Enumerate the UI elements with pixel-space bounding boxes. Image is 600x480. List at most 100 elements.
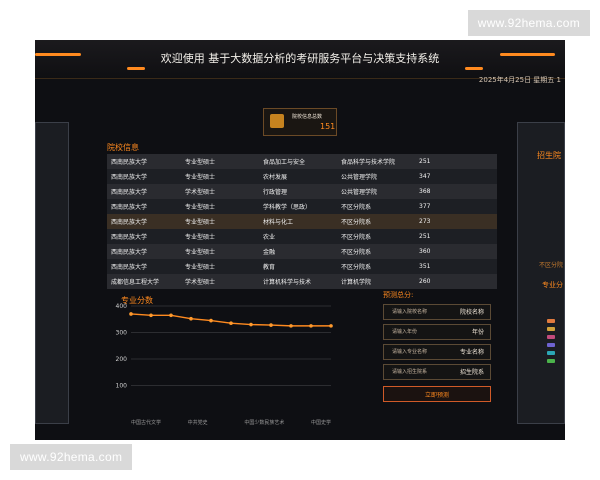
table-cell: 农业 xyxy=(263,234,276,241)
chart-y-tick: 100 xyxy=(116,383,128,390)
header-orange-bar-left xyxy=(35,53,81,56)
table-cell: 学术型硕士 xyxy=(185,189,216,196)
table-cell: 专业型硕士 xyxy=(185,159,216,166)
table-row[interactable]: 成都信息工程大学 学术型硕士 计算机科学与技术 计算机学院 260 xyxy=(107,274,497,289)
year-field[interactable]: 请输入年份 年份 xyxy=(383,324,491,340)
table-row[interactable]: 西南民族大学 专业型硕士 学科教学（思政） 不区分院系 377 xyxy=(107,199,497,214)
chart-x-tick: 中国史学 xyxy=(311,419,331,426)
chart-point xyxy=(329,324,333,328)
table-cell: 347 xyxy=(419,173,431,180)
watermark-bottom: www.92hema.com xyxy=(10,444,133,470)
right-panel-legend xyxy=(547,315,563,367)
table-row[interactable]: 西南民族大学 学术型硕士 行政管理 公共管理学院 368 xyxy=(107,184,497,199)
header-orange-bar-right-small xyxy=(465,67,483,70)
header-orange-bar-left-small xyxy=(127,67,145,70)
table-cell: 食品科学与技术学院 xyxy=(341,159,396,166)
department-label: 招生院系 xyxy=(459,369,484,376)
chart-y-tick: 200 xyxy=(116,356,128,363)
database-icon xyxy=(270,114,284,128)
table-cell: 材料与化工 xyxy=(263,219,294,226)
page-title: 欢迎使用 基于大数据分析的考研服务平台与决策支持系统 xyxy=(160,52,440,65)
major-scores-chart-svg: 100 200 300 400 中国古代文学 中共党史 中国少数民族艺术 中国史学 xyxy=(116,303,333,426)
year-label: 年份 xyxy=(471,329,484,336)
legend-swatch xyxy=(547,351,555,355)
chart-point xyxy=(149,313,153,318)
table-cell: 专业型硕士 xyxy=(185,174,216,181)
table-cell: 351 xyxy=(419,263,431,270)
chart-point xyxy=(129,312,133,316)
chart-point xyxy=(289,324,293,328)
chart-point xyxy=(169,313,173,318)
table-cell: 农村发展 xyxy=(263,174,288,181)
table-cell: 不区分院系 xyxy=(341,264,372,271)
table-cell: 专业型硕士 xyxy=(185,249,216,256)
major-name-label: 专业名称 xyxy=(459,349,484,356)
right-panel-title: 招生院 xyxy=(537,151,561,160)
datetime: 2025年4月25日 星期五 1 xyxy=(478,76,561,84)
table-cell: 273 xyxy=(419,218,431,225)
table-cell: 不区分院系 xyxy=(341,219,372,226)
table-cell: 专业型硕士 xyxy=(185,204,216,211)
chart-x-tick: 中国古代文学 xyxy=(131,419,161,426)
chart-x-tick: 中共党史 xyxy=(188,419,208,426)
table-cell: 西南民族大学 xyxy=(111,189,148,196)
table-cell: 教育 xyxy=(263,264,276,271)
table-cell: 368 xyxy=(419,188,431,195)
year-placeholder: 请输入年份 xyxy=(392,329,418,335)
department-field[interactable]: 请输入招生院系 招生院系 xyxy=(383,364,491,380)
chart-point xyxy=(189,316,193,321)
chart-y-tick: 400 xyxy=(116,303,128,310)
legend-swatch xyxy=(547,335,555,339)
table-cell: 公共管理学院 xyxy=(341,189,378,196)
school-name-label: 院校名称 xyxy=(459,309,484,316)
table-row[interactable]: 西南民族大学 专业型硕士 教育 不区分院系 351 xyxy=(107,259,497,274)
right-side-panel xyxy=(517,122,565,424)
department-placeholder: 请输入招生院系 xyxy=(392,369,428,375)
watermark-top: www.92hema.com xyxy=(467,10,590,36)
school-total-value: 151 xyxy=(320,122,336,131)
chart-point xyxy=(209,318,213,323)
table-row[interactable]: 西南民族大学 专业型硕士 材料与化工 不区分院系 273 xyxy=(107,214,497,229)
table-cell: 学科教学（思政） xyxy=(263,204,312,211)
table-cell: 金融 xyxy=(263,249,276,256)
table-cell: 成都信息工程大学 xyxy=(111,279,160,286)
table-cell: 专业型硕士 xyxy=(185,264,216,271)
table-cell: 不区分院系 xyxy=(341,234,372,241)
table-cell: 学术型硕士 xyxy=(185,279,216,286)
table-cell: 251 xyxy=(419,158,431,165)
table-cell: 西南民族大学 xyxy=(111,174,148,181)
school-name-field[interactable]: 请输入院校名称 院校名称 xyxy=(383,304,491,320)
legend-swatch xyxy=(547,343,555,347)
table-cell: 不区分院系 xyxy=(341,249,372,256)
prediction-title: 预测总分: xyxy=(383,291,414,299)
school-total-stat: 院校信息总数 151 xyxy=(263,108,337,136)
table-cell: 260 xyxy=(419,278,431,285)
major-name-field[interactable]: 请输入专业名称 专业名称 xyxy=(383,344,491,360)
chart-point xyxy=(249,322,253,327)
table-cell: 360 xyxy=(419,248,431,255)
left-side-panel xyxy=(35,122,69,424)
major-name-placeholder: 请输入专业名称 xyxy=(392,349,428,355)
table-cell: 计算机科学与技术 xyxy=(263,279,312,286)
table-row[interactable]: 西南民族大学 专业型硕士 食品加工与安全 食品科学与技术学院 251 xyxy=(107,154,497,169)
right-panel-small-label: 不区分院 xyxy=(538,262,563,269)
predict-button[interactable]: 立即预测 xyxy=(383,386,491,402)
chart-y-tick: 300 xyxy=(116,330,128,337)
table-cell: 西南民族大学 xyxy=(111,249,148,256)
table-cell: 专业型硕士 xyxy=(185,219,216,226)
school-name-placeholder: 请输入院校名称 xyxy=(392,309,428,315)
table-cell: 西南民族大学 xyxy=(111,204,148,211)
table-cell: 西南民族大学 xyxy=(111,219,148,226)
chart-x-tick: 中国少数民族艺术 xyxy=(244,419,284,426)
table-row[interactable]: 西南民族大学 专业型硕士 农业 不区分院系 251 xyxy=(107,229,497,244)
dashboard-screen: 欢迎使用 基于大数据分析的考研服务平台与决策支持系统 2025年4月25日 星期… xyxy=(35,40,565,440)
table-cell: 西南民族大学 xyxy=(111,264,148,271)
right-panel-big-label: 专业分 xyxy=(542,281,563,289)
table-cell: 计算机学院 xyxy=(341,279,372,286)
legend-swatch xyxy=(547,359,555,363)
table-cell: 不区分院系 xyxy=(341,204,372,211)
table-cell: 专业型硕士 xyxy=(185,234,216,241)
table-row[interactable]: 西南民族大学 专业型硕士 金融 不区分院系 360 xyxy=(107,244,497,259)
table-cell: 食品加工与安全 xyxy=(263,159,306,166)
table-row[interactable]: 西南民族大学 专业型硕士 农村发展 公共管理学院 347 xyxy=(107,169,497,184)
